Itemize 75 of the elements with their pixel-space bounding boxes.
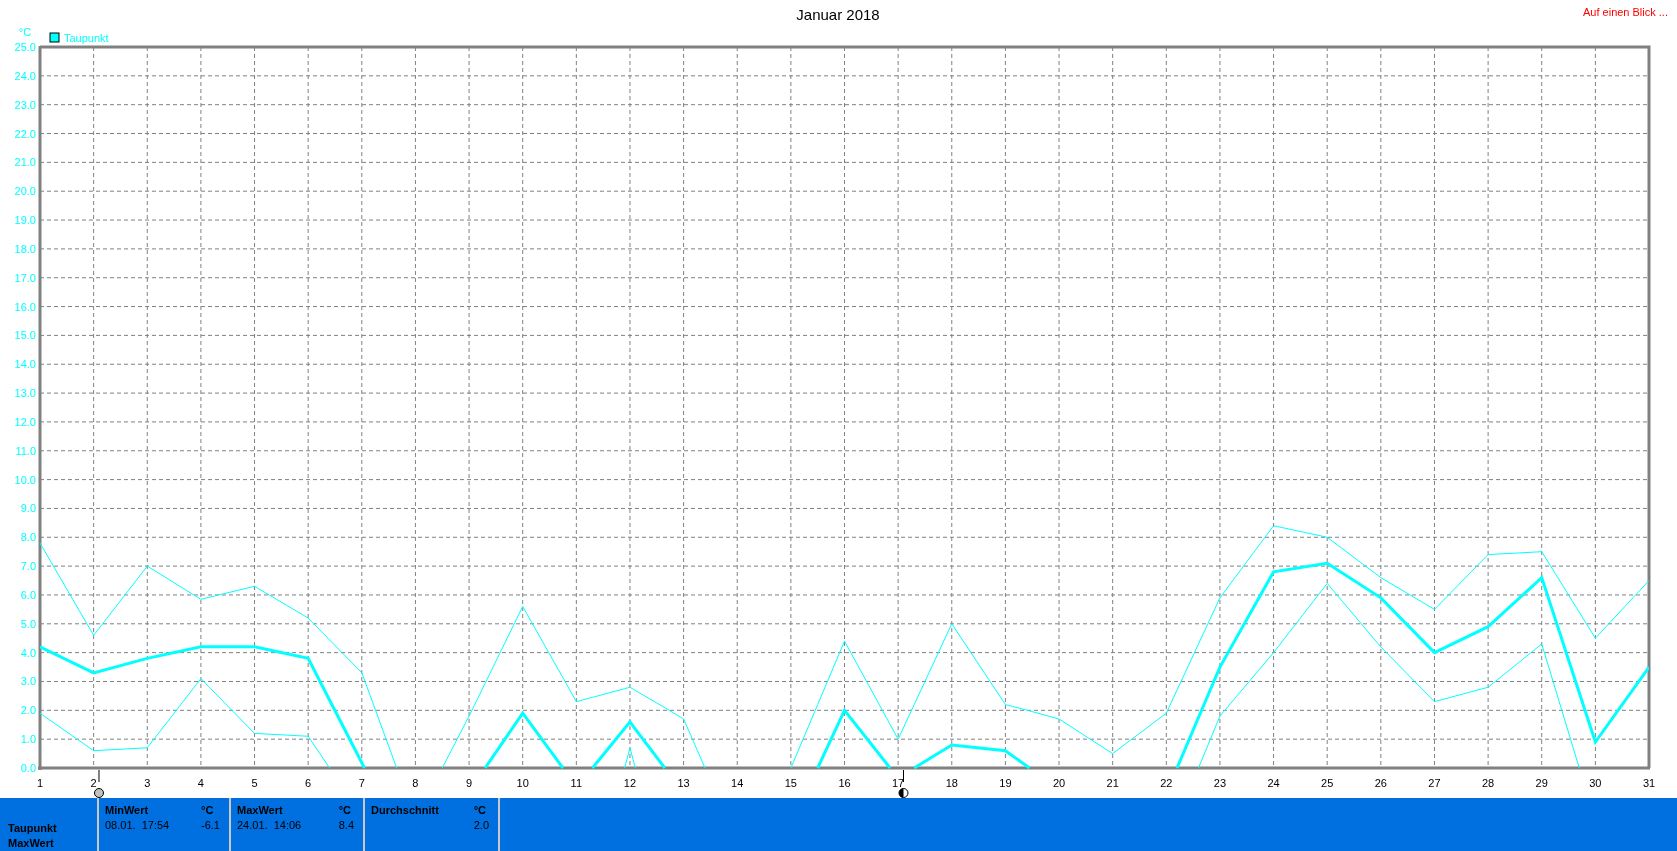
y-tick-label: 7.0	[20, 560, 36, 573]
x-tick-label: 10	[516, 777, 529, 789]
x-tick-label: 9	[466, 777, 473, 789]
chart-title: Januar 2018	[796, 6, 880, 23]
axis-unit: °C	[18, 26, 32, 38]
x-tick-label: 4	[197, 777, 204, 789]
y-tick-label: 9.0	[20, 502, 36, 515]
y-tick-label: 24.0	[14, 69, 36, 82]
x-tick-label: 8	[412, 777, 419, 789]
y-tick-label: 12.0	[14, 415, 36, 428]
x-tick-label: 21	[1106, 777, 1119, 789]
x-tick-label: 3	[144, 777, 151, 789]
x-tick-label: 29	[1535, 777, 1548, 789]
y-tick-label: 22.0	[14, 127, 36, 140]
y-tick-label: 13.0	[14, 387, 36, 400]
y-tick-label: 4.0	[20, 646, 36, 659]
y-tick-label: 6.0	[20, 588, 36, 601]
unit-label: °C	[338, 804, 353, 818]
value-text: 8.4	[338, 819, 354, 833]
y-tick-label: 21.0	[14, 156, 36, 169]
overview-link[interactable]: Auf einen Blick ...	[1583, 6, 1668, 18]
x-tick-label: 24	[1267, 777, 1280, 789]
y-tick-label: 1.0	[20, 733, 36, 746]
y-tick-label: 11.0	[15, 444, 36, 457]
row-label: MaxWert	[8, 836, 55, 851]
x-tick-label: 28	[1481, 777, 1495, 789]
y-tick-label: 3.0	[20, 675, 36, 688]
x-tick-label: 14	[731, 777, 744, 789]
y-tick-label: 25.0	[14, 41, 36, 53]
time-text: 08.01. 17:54	[105, 819, 171, 833]
y-tick-label: 19.0	[14, 214, 36, 227]
y-tick-label: 10.0	[14, 473, 36, 486]
x-tick-label: 25	[1321, 777, 1334, 789]
time-text: 24.01. 14:06	[237, 819, 303, 833]
x-tick-label: 13	[677, 777, 690, 789]
x-tick-label: 31	[1642, 777, 1656, 789]
y-tick-label: 20.0	[14, 185, 36, 198]
x-tick-label: 12	[623, 777, 637, 789]
x-tick-label: 30	[1589, 777, 1602, 789]
y-tick-label: 14.0	[14, 358, 36, 371]
y-tick-label: 0.0	[20, 762, 36, 774]
y-tick-label: 15.0	[14, 329, 36, 342]
x-tick-label: 2	[90, 777, 97, 789]
unit-label: °C	[201, 804, 215, 818]
y-tick-label: 8.0	[20, 531, 36, 544]
column-heading: Durchschnitt	[371, 804, 440, 818]
column-heading: MaxWert	[237, 804, 284, 818]
x-tick-label: 7	[358, 777, 365, 789]
y-tick-label: 23.0	[14, 98, 36, 111]
y-tick-label: 16.0	[14, 300, 36, 313]
y-tick-label: 17.0	[14, 271, 36, 284]
x-tick-label: 20	[1052, 777, 1066, 789]
y-tick-label: 5.0	[20, 617, 36, 630]
x-tick-label: 15	[784, 777, 797, 789]
y-tick-label: 2.0	[20, 704, 36, 717]
x-tick-label: 6	[305, 777, 312, 789]
legend-label: Taupunkt	[64, 32, 109, 44]
x-tick-label: 16	[838, 777, 851, 789]
x-tick-label: 26	[1374, 777, 1387, 789]
value-text: -6.1	[201, 819, 220, 833]
x-tick-label: 19	[999, 777, 1012, 789]
y-tick-label: 18.0	[14, 242, 36, 255]
x-tick-label: 27	[1428, 777, 1441, 789]
legend-swatch	[49, 32, 60, 43]
x-tick-label: 17	[892, 777, 905, 789]
column-heading: MinWert	[105, 804, 150, 818]
x-tick-label: 11	[570, 777, 583, 789]
x-tick-label: 5	[251, 777, 258, 789]
x-tick-label: 22	[1160, 777, 1173, 789]
x-tick-label: 23	[1213, 777, 1227, 789]
row-label: Taupunkt	[8, 821, 58, 836]
value-text: 2.0	[473, 819, 489, 833]
unit-label: °C	[473, 804, 488, 818]
x-tick-label: 18	[945, 777, 958, 789]
x-tick-label: 1	[36, 777, 44, 789]
